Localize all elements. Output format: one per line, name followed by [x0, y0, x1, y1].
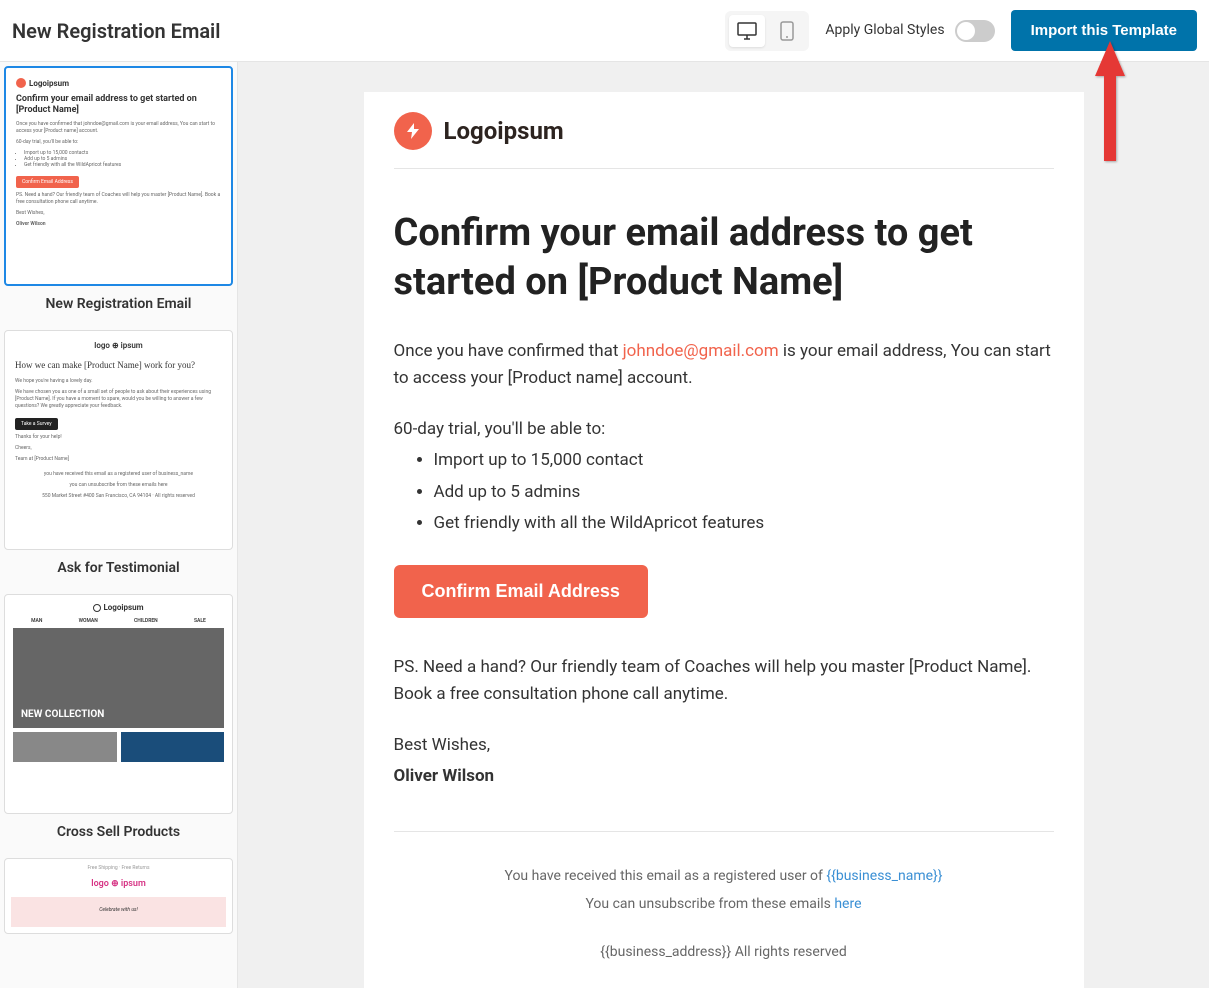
email-preview-pane[interactable]: Logoipsum Confirm your email address to …	[238, 62, 1209, 988]
thumb-label: Cross Sell Products	[4, 824, 233, 840]
desktop-view-button[interactable]	[729, 15, 765, 47]
thumb-cta: Confirm Email Address	[16, 176, 79, 188]
thumb-label: Ask for Testimonial	[4, 560, 233, 576]
header-actions: Apply Global Styles Import this Template	[725, 10, 1197, 51]
thumb-title: How we can make [Product Name] work for …	[15, 360, 222, 372]
footer-address: {{business_address}} All rights reserved	[394, 938, 1054, 966]
thumb-list: Import up to 15,000 contacts Add up to 5…	[16, 150, 221, 168]
email-address-link[interactable]: johndoe@gmail.com	[623, 341, 779, 361]
unsubscribe-link[interactable]: here	[834, 896, 861, 912]
email-intro: Once you have confirmed that johndoe@gma…	[394, 338, 1054, 392]
bolt-icon	[16, 78, 26, 88]
email-title: Confirm your email address to get starte…	[394, 209, 1054, 308]
page-title: New Registration Email	[12, 19, 220, 43]
thumb-text: We have chosen you as one of a small set…	[15, 389, 222, 410]
template-thumb-celebrate[interactable]: Free Shipping · Free Returns logo ⊕ ipsu…	[4, 858, 233, 934]
hero-text: NEW COLLECTION	[21, 709, 104, 720]
thumb-logo: logo ⊕ ipsum	[11, 879, 226, 889]
thumb-footer: you can unsubscribe from these emails he…	[15, 482, 222, 489]
email-trial-label: 60-day trial, you'll be able to:	[394, 416, 1054, 443]
thumb-image	[13, 732, 117, 762]
email-header: Logoipsum	[394, 112, 1054, 169]
device-toggle	[725, 11, 809, 51]
thumb-footer: 550 Market Street #400 San Francisco, CA…	[15, 493, 222, 500]
thumb-logo: logo ⊕ ipsum	[15, 341, 222, 350]
thumb-row	[13, 732, 224, 762]
global-styles-label: Apply Global Styles	[825, 21, 944, 39]
email-logo-text: Logoipsum	[444, 117, 564, 145]
template-thumb-cross-sell[interactable]: Logoipsum MAN WOMAN CHILDREN SALE NEW CO…	[4, 594, 233, 840]
template-thumb-registration[interactable]: Logoipsum Confirm your email address to …	[4, 66, 233, 312]
thumb-banner: Celebrate with us!	[11, 897, 226, 927]
list-item: Add up to 5 admins	[434, 479, 1054, 506]
thumb-text: Oliver Wilson	[16, 221, 221, 228]
confirm-email-button[interactable]: Confirm Email Address	[394, 565, 648, 618]
business-name-var: {{business_name}}	[826, 868, 942, 884]
email-container: Logoipsum Confirm your email address to …	[364, 92, 1084, 988]
thumb-text: Team at [Product Name]	[15, 456, 222, 463]
mobile-icon	[780, 21, 794, 41]
thumb-card[interactable]: Logoipsum Confirm your email address to …	[4, 66, 233, 286]
thumb-topbar: Free Shipping · Free Returns	[11, 865, 226, 871]
thumb-title: Confirm your email address to get starte…	[16, 94, 221, 116]
list-item: Import up to 15,000 contact	[434, 447, 1054, 474]
list-item: Get friendly with all the WildApricot fe…	[434, 510, 1054, 537]
global-styles-toggle[interactable]	[955, 20, 995, 42]
thumb-text: Cheers,	[15, 445, 222, 452]
thumb-logo: Logoipsum	[16, 78, 221, 88]
bolt-icon	[394, 112, 432, 150]
thumb-text: Thanks for your help!	[15, 434, 222, 441]
thumb-text: PS. Need a hand? Our friendly team of Co…	[16, 192, 221, 206]
thumb-label: New Registration Email	[4, 296, 233, 312]
thumb-card[interactable]: Free Shipping · Free Returns logo ⊕ ipsu…	[4, 858, 233, 934]
thumb-text: Once you have confirmed that johndoe@gma…	[16, 121, 221, 135]
thumb-nav: MAN WOMAN CHILDREN SALE	[13, 618, 224, 624]
email-body: Once you have confirmed that johndoe@gma…	[394, 338, 1054, 791]
top-header: New Registration Email Apply Global Styl…	[0, 0, 1209, 62]
email-feature-list: Import up to 15,000 contact Add up to 5 …	[394, 447, 1054, 537]
toggle-knob	[957, 22, 975, 40]
circle-icon	[93, 604, 101, 612]
thumb-cta: Take a Survey	[15, 418, 58, 430]
thumb-footer: you have received this email as a regist…	[15, 471, 222, 478]
thumb-hero: NEW COLLECTION	[13, 628, 224, 728]
desktop-icon	[737, 22, 757, 40]
import-template-button[interactable]: Import this Template	[1011, 10, 1197, 51]
thumb-card[interactable]: logo ⊕ ipsum How we can make [Product Na…	[4, 330, 233, 550]
thumb-card[interactable]: Logoipsum MAN WOMAN CHILDREN SALE NEW CO…	[4, 594, 233, 814]
template-thumb-testimonial[interactable]: logo ⊕ ipsum How we can make [Product Na…	[4, 330, 233, 576]
thumb-image	[121, 732, 225, 762]
global-styles-group: Apply Global Styles	[825, 20, 994, 42]
footer-line: You have received this email as a regist…	[394, 862, 1054, 890]
thumb-text: 60-day trial, you'll be able to:	[16, 139, 221, 146]
main-content: Logoipsum Confirm your email address to …	[0, 62, 1209, 988]
thumb-text: Best Wishes,	[16, 210, 221, 217]
email-ps: PS. Need a hand? Our friendly team of Co…	[394, 654, 1054, 708]
thumb-logo: Logoipsum	[13, 603, 224, 612]
thumb-text: We hope you're having a lovely day.	[15, 378, 222, 385]
footer-line: You can unsubscribe from these emails he…	[394, 890, 1054, 918]
template-sidebar[interactable]: Logoipsum Confirm your email address to …	[0, 62, 238, 988]
email-signature: Best Wishes,	[394, 732, 1054, 759]
mobile-view-button[interactable]	[769, 15, 805, 47]
email-footer: You have received this email as a regist…	[394, 831, 1054, 966]
email-signature-name: Oliver Wilson	[394, 763, 1054, 790]
